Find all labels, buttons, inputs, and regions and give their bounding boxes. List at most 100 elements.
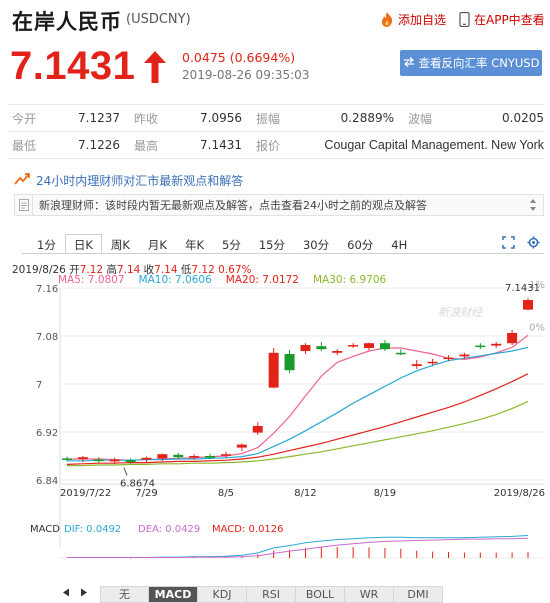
news-text: 新浪理财师：该时段内暂无最新观点及解答，点击查看24小时之前的观点及解答 — [39, 199, 427, 212]
tab-indicator[interactable]: BOLL — [296, 586, 345, 603]
ma-line-ma20 — [66, 373, 529, 465]
y-tick-label: 7 — [36, 380, 42, 391]
tab-period[interactable]: 5分 — [213, 234, 250, 254]
kline-chart-svg: 7.167.0876.926.843%2%1%0%新浪财经7.14316.867… — [30, 195, 545, 559]
swap-icon — [403, 56, 415, 70]
x-tick-label: 2019/7/22 — [60, 488, 111, 499]
candle-body — [189, 456, 200, 458]
tab-indicator[interactable]: WR — [345, 586, 394, 603]
tabs-divider — [22, 253, 544, 254]
page-title: 在岸人民币 — [12, 10, 122, 34]
tab-period[interactable]: 年K — [176, 234, 213, 254]
stats-row: 今开 7.1237 昨收 7.0956 振幅 0.2889% 波幅 0.0205 — [8, 104, 544, 132]
stats-label: 最低 — [8, 131, 68, 159]
header: 在岸人民币 (USDCNY) 添加自选 在APP中查看 — [0, 0, 550, 38]
tab-period[interactable]: 1分 — [28, 234, 65, 254]
candle-body — [109, 459, 120, 462]
phone-icon — [459, 12, 470, 27]
watermark-text: 新浪财经 — [438, 306, 483, 319]
document-icon — [15, 195, 33, 215]
x-tick-label: 8/12 — [294, 488, 316, 499]
ma-line-ma5 — [67, 334, 529, 461]
candle-body — [395, 352, 406, 355]
candle-body — [411, 364, 422, 366]
reverse-rate-label: 查看反向汇率 CNYUSD — [418, 56, 540, 70]
quote-time: 2019-08-26 09:35:03 — [182, 68, 310, 82]
candle-body — [125, 460, 136, 462]
min-price-pointer — [123, 467, 128, 476]
scroll-right-icon[interactable] — [80, 588, 88, 600]
news-ticker[interactable]: 新浪理财师：该时段内暂无最新观点及解答，点击查看24小时之前的观点及解答 — [14, 194, 544, 216]
view-in-app-label: 在APP中查看 — [474, 13, 545, 27]
period-tabs: 1分 日K 周K 月K 年K 5分 15分 30分 60分 4H — [28, 234, 416, 254]
tab-indicator[interactable]: DMI — [394, 586, 443, 603]
stats-row: 最低 7.1226 最高 7.1431 报价 Cougar Capital Ma… — [8, 131, 544, 159]
add-watchlist-link[interactable]: 添加自选 — [380, 11, 446, 28]
price-row: 7.1431 0.0475 (0.6694%) 2019-08-26 09:35… — [0, 40, 550, 95]
tab-period[interactable]: 月K — [139, 234, 176, 254]
fullscreen-icon[interactable] — [502, 236, 515, 249]
candle-body — [348, 345, 359, 347]
settings-icon[interactable] — [527, 236, 540, 249]
candle-body — [141, 457, 152, 460]
tab-indicator[interactable]: RSI — [247, 586, 296, 603]
candle-body — [77, 457, 88, 459]
macd-legend-dif: DIF: 0.0492 — [64, 524, 121, 535]
news-heading[interactable]: 24小时内理财师对汇市最新观点和解答 — [14, 172, 243, 189]
stats-value: 0.0205 — [464, 104, 544, 132]
flame-icon — [380, 12, 394, 27]
stats-value: 7.1226 — [68, 131, 130, 159]
stats-value: Cougar Capital Management. New York — [312, 131, 544, 159]
candle-body — [459, 354, 470, 357]
macd-legend-macd: MACD: 0.0126 — [212, 524, 284, 535]
stats-value: 7.0956 — [190, 104, 252, 132]
currency-code: (USDCNY) — [126, 12, 191, 27]
reverse-rate-button[interactable]: 查看反向汇率 CNYUSD — [400, 50, 542, 76]
candle-body — [252, 426, 263, 433]
tab-indicator[interactable]: 无 — [100, 586, 149, 603]
candle-body — [491, 343, 502, 346]
candle-body — [284, 354, 295, 371]
indicator-tabs: 无 MACD KDJ RSI BOLL WR DMI — [100, 586, 443, 603]
add-watchlist-label: 添加自选 — [398, 13, 447, 27]
tab-period[interactable]: 4H — [382, 234, 416, 254]
candle-body — [236, 444, 247, 448]
candle-body — [332, 351, 343, 353]
stats-label: 最高 — [130, 131, 190, 159]
candle-body — [379, 343, 390, 350]
tab-period[interactable]: 日K — [64, 234, 102, 254]
candle-body — [316, 346, 327, 350]
stats-label: 今开 — [8, 104, 68, 132]
tab-period[interactable]: 15分 — [250, 234, 294, 254]
scroll-chevrons-icon[interactable] — [529, 197, 537, 216]
view-in-app-link[interactable]: 在APP中查看 — [459, 11, 545, 28]
tab-period[interactable]: 60分 — [338, 234, 382, 254]
candle-body — [443, 357, 454, 360]
stats-value: 0.2889% — [312, 104, 404, 132]
tab-period[interactable]: 30分 — [294, 234, 338, 254]
price-change: 0.0475 (0.6694%) — [182, 50, 296, 65]
x-tick-label: 7/29 — [135, 488, 157, 499]
scroll-left-icon[interactable] — [62, 588, 70, 600]
candle-body — [157, 454, 168, 459]
tab-indicator[interactable]: MACD — [149, 586, 198, 603]
stats-label: 波幅 — [404, 104, 464, 132]
kline-chart[interactable]: 7.167.0876.926.843%2%1%0%新浪财经7.14316.867… — [0, 195, 550, 580]
pct-tick-label: 0% — [529, 323, 545, 334]
candle-body — [220, 454, 231, 456]
candle-body — [475, 345, 486, 348]
tab-period[interactable]: 周K — [102, 234, 139, 254]
arrow-up-icon — [143, 50, 167, 88]
y-tick-label: 7.08 — [36, 332, 58, 343]
news-heading-label: 24小时内理财师对汇市最新观点和解答 — [36, 174, 244, 188]
max-price-label: 7.1431 — [505, 283, 540, 294]
trend-icon — [14, 172, 30, 189]
candle-body — [523, 300, 533, 310]
x-tick-label: 8/19 — [374, 488, 396, 499]
candle-body — [300, 345, 311, 351]
y-tick-label: 6.92 — [36, 428, 58, 439]
y-tick-label: 6.84 — [36, 476, 58, 487]
tab-indicator[interactable]: KDJ — [198, 586, 247, 603]
candle-body — [62, 458, 72, 460]
candle-body — [364, 343, 375, 348]
